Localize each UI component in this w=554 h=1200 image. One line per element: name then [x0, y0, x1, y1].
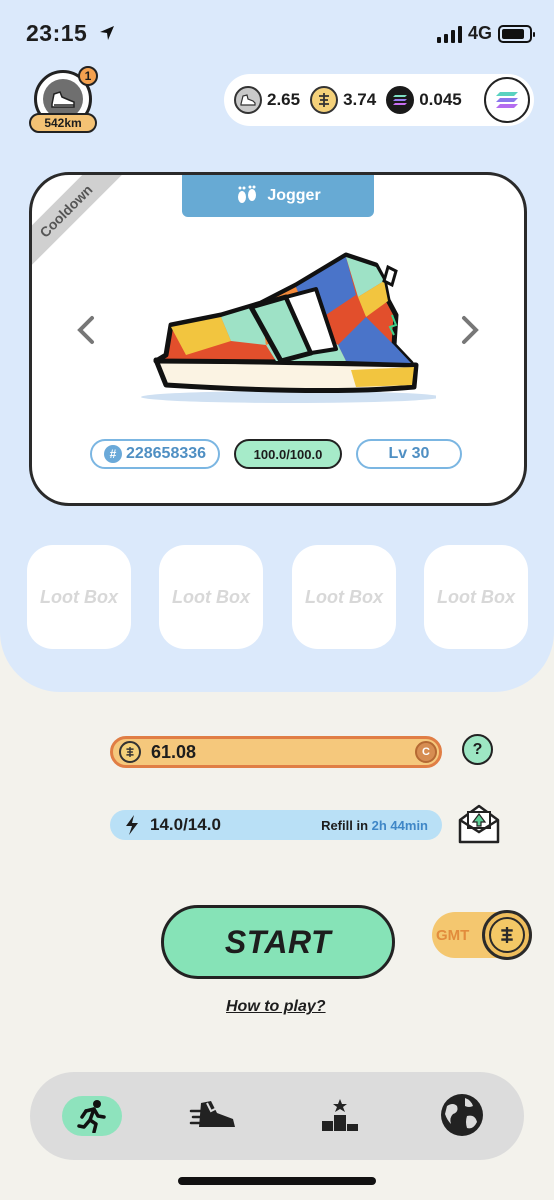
network-type: 4G — [467, 23, 492, 43]
solana-coin-icon — [386, 86, 415, 114]
wallet-balances[interactable]: 2.65 3.74 0.045 — [224, 74, 534, 126]
hash-icon: # — [103, 445, 122, 463]
nav-world[interactable] — [432, 1090, 492, 1140]
cooldown-ribbon: Cooldown — [32, 175, 133, 278]
status-indicators: 4G — [436, 23, 535, 44]
location-arrow-icon — [100, 26, 114, 40]
bottom-nav — [30, 1072, 524, 1160]
gmt-mode-toggle[interactable]: GMT — [432, 910, 532, 960]
gst-coin-icon — [310, 86, 339, 114]
globe-icon — [441, 1094, 483, 1136]
run-icon — [77, 1100, 106, 1133]
nav-leaderboard[interactable] — [310, 1090, 370, 1140]
distance-badge: 542km — [29, 113, 97, 133]
refill-timer: Refill in 2h 44min — [321, 818, 428, 833]
gmt-balance: 2.65 — [234, 86, 300, 114]
loot-box-slot-3[interactable]: Loot Box — [292, 545, 396, 649]
sol-balance-value: 0.045 — [419, 90, 462, 109]
notification-badge: 1 — [78, 66, 98, 86]
loot-box-slot-1[interactable]: Loot Box — [27, 545, 131, 649]
gst-earnings-value: 61.08 — [151, 741, 197, 762]
loot-box-slot-4[interactable]: Loot Box — [424, 545, 528, 649]
sneaker-id: 228658336 — [125, 445, 207, 462]
refill-time: 2h 44min — [371, 817, 428, 833]
help-button[interactable]: ? — [462, 734, 493, 765]
sneaker-icon — [189, 1101, 235, 1127]
podium-icon — [322, 1099, 358, 1131]
sol-balance: 0.045 — [386, 86, 462, 114]
gmt-toggle-label: GMT — [436, 926, 470, 944]
nav-sneakers[interactable] — [184, 1090, 244, 1140]
signal-icon — [436, 25, 462, 43]
sneaker-id-tag: # 228658336 — [90, 439, 220, 469]
battery-icon — [498, 24, 535, 43]
gmt-coin-icon — [234, 86, 262, 114]
mystery-box-mail-icon[interactable] — [456, 802, 502, 846]
energy-value: 14.0/14.0 — [150, 815, 221, 834]
lightning-icon — [126, 815, 138, 835]
gst-cap-icon: C — [415, 741, 437, 763]
start-button[interactable]: START — [161, 905, 395, 979]
refill-label: Refill in — [321, 817, 369, 833]
wallet-button[interactable] — [484, 77, 530, 123]
status-time: 23:15 — [26, 20, 88, 46]
solana-icon — [496, 92, 518, 108]
gst-balance-value: 3.74 — [343, 90, 377, 109]
how-to-play-link[interactable]: How to play? — [226, 998, 326, 1016]
sneaker-type-tab: Jogger — [182, 175, 374, 217]
sneaker-image — [141, 252, 436, 403]
sneaker-type-label: Jogger — [267, 187, 321, 204]
energy-bar: 14.0/14.0 Refill in 2h 44min — [110, 810, 442, 840]
sneaker-tags: # 228658336 100.0/100.0 Lv 30 — [90, 439, 462, 469]
next-sneaker-arrow-icon[interactable] — [458, 315, 482, 345]
gmt-coin-icon — [482, 910, 532, 960]
loot-box-slot-2[interactable]: Loot Box — [159, 545, 263, 649]
nav-run[interactable] — [62, 1096, 122, 1136]
gmt-balance-value: 2.65 — [267, 90, 301, 109]
gst-earnings-bar: 61.08 C — [110, 736, 442, 768]
durability-tag: 100.0/100.0 — [234, 439, 342, 469]
previous-sneaker-arrow-icon[interactable] — [74, 315, 98, 345]
home-indicator — [178, 1177, 376, 1185]
sneaker-card[interactable]: Cooldown Jogger # 228658336 100.0/100.0 … — [29, 172, 527, 506]
gst-balance: 3.74 — [310, 86, 376, 114]
gst-coin-icon — [119, 741, 141, 763]
footprints-icon — [238, 185, 257, 203]
level-tag: Lv 30 — [356, 439, 462, 469]
